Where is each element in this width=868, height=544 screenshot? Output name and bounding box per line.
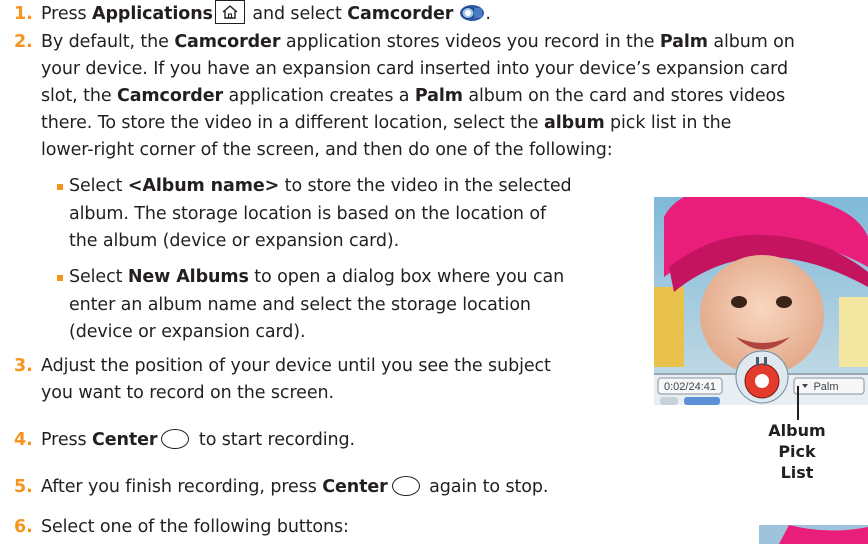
- step-5: 5. After you finish recording, press Cent…: [14, 476, 549, 497]
- recording-timer: 0:02/24:41: [664, 381, 716, 393]
- step-2-line: slot, the Camcorder application creates …: [41, 86, 786, 106]
- step-2-line: there. To store the video in a different…: [41, 113, 732, 133]
- center-button-icon: [161, 429, 190, 449]
- step-2-line: your device. If you have an expansion ca…: [41, 59, 788, 79]
- album-pick-list-callout: Album Pick List: [768, 421, 826, 482]
- step-2-line: lower-right corner of the screen, and th…: [41, 140, 613, 160]
- bullet-album-name: Select <Album name> to store the video i…: [57, 173, 572, 256]
- camcorder-icon: [460, 5, 485, 21]
- bullet-new-albums: Select New Albums to open a dialog box w…: [57, 264, 564, 347]
- step-1: 1. Press Applications and select Camcorde…: [14, 0, 491, 28]
- step-3: 3. Adjust the position of your device unt…: [14, 356, 551, 376]
- step-4: 4. Press Center to start recording.: [14, 429, 356, 450]
- step-number: 1.: [14, 4, 33, 24]
- home-icon: [214, 0, 245, 24]
- second-screen-image: [759, 525, 868, 544]
- callout-line: [797, 386, 799, 420]
- album-pick-list-label: Palm: [813, 381, 838, 393]
- step-6: 6. Select one of the following buttons:: [14, 517, 349, 537]
- step-2: 2. By default, the Camcorder application …: [14, 32, 795, 52]
- bullet-marker: [57, 275, 63, 281]
- center-button-icon: [391, 476, 420, 496]
- camcorder-screen-image: 0:02/24:41 Palm: [654, 197, 868, 405]
- bullet-marker: [57, 184, 63, 190]
